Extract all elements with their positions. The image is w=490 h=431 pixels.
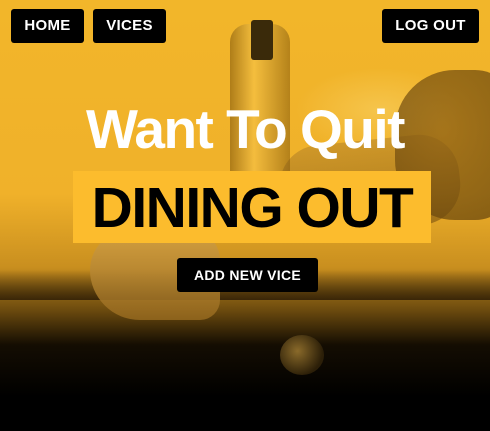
home-button[interactable]: HOME <box>11 9 84 43</box>
vice-name: DINING OUT <box>91 176 414 240</box>
bottom-bar <box>0 400 490 431</box>
vices-button[interactable]: VICES <box>93 9 166 43</box>
hero-headline: Want To Quit <box>85 98 406 160</box>
photo-bottle-neck <box>251 20 273 60</box>
logout-button[interactable]: LOG OUT <box>382 9 479 43</box>
photo-drawer-knob <box>280 335 324 375</box>
add-new-vice-button[interactable]: ADD NEW VICE <box>177 258 318 292</box>
